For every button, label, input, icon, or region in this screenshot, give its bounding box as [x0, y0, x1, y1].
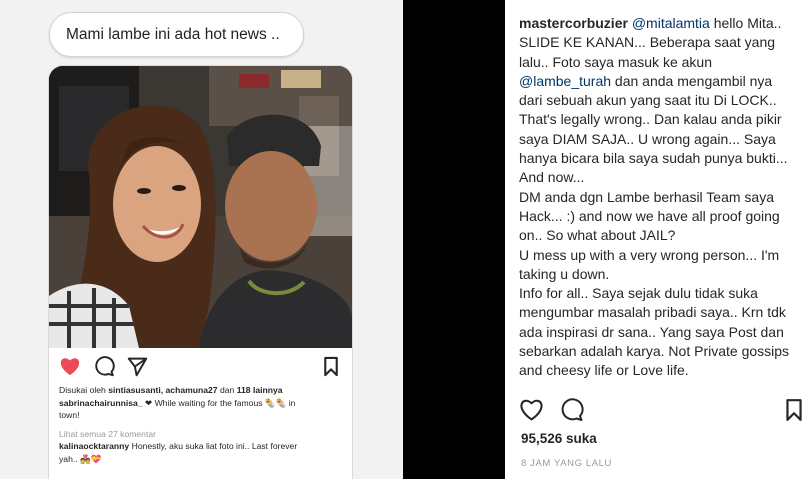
caption-text: dan anda mengambil nya [611, 72, 773, 89]
caption-text: Info for all.. Saya sejak dulu tidak suk… [519, 285, 758, 302]
caption-mention-link[interactable]: @mitalamtia [632, 15, 710, 31]
bookmark-icon [786, 399, 802, 421]
card-comment-line-1: kalinaocktaranny Honestly, aku suka liat… [59, 440, 347, 453]
liked-by-prefix: Disukai oleh [59, 385, 109, 395]
card-caption-text-1: ❤ While waiting for the famous 🌯🌯 in [142, 397, 296, 408]
caption-text: And now... [519, 169, 585, 186]
caption-text: DM anda dgn Lambe berhasil Team saya [519, 188, 775, 205]
card-comment-line-2: yah.. 💑💝 [59, 453, 102, 464]
caption-line: sebarkan adalah karya. Not Private gossi… [519, 342, 805, 361]
caption-line: Info for all.. Saya sejak dulu tidak suk… [519, 284, 805, 303]
caption-text: U mess up with a very wrong person... I'… [519, 246, 780, 263]
card-caption-user: sabrinachairunnisa_ [59, 397, 143, 408]
caption-line: saya DIAM SAJA.. U wrong again... Saya [519, 130, 805, 149]
card-caption-line-1: sabrinachairunnisa_ ❤ While waiting for … [59, 397, 347, 410]
card-view-comments: Lihat semua 27 komentar [59, 428, 156, 439]
bubble-text: Mami lambe ini ada hot news .. [66, 25, 280, 43]
card-comment-user: kalinaocktaranny [59, 441, 130, 451]
caption-line: That's legally wrong.. Dan kalau anda pi… [519, 110, 805, 129]
caption-line: SLIDE KE KANAN... Beberapa saat yang [519, 33, 805, 52]
post-action-bar [505, 395, 808, 425]
caption-text: saya DIAM SAJA.. U wrong again... Saya [519, 130, 776, 147]
like-button[interactable] [519, 398, 544, 425]
caption-line: on.. So what about JAIL? [519, 226, 805, 245]
caption-text: taking u down. [519, 265, 610, 282]
heart-icon [520, 399, 543, 421]
comment-icon [94, 356, 115, 381]
caption-line: DM anda dgn Lambe berhasil Team saya [519, 188, 805, 207]
post-caption: mastercorbuzier @mitalamtia hello Mita..… [519, 14, 805, 381]
liked-by-users: sintiasusanti, achamuna27 [108, 385, 218, 395]
media-letterbox [403, 0, 505, 479]
card-action-bar [49, 354, 352, 380]
photo-illustration [49, 66, 352, 348]
caption-text: on.. So what about JAIL? [519, 227, 676, 244]
caption-text: and cheesy life or Love life. [519, 362, 689, 379]
comment-icon [561, 398, 584, 421]
caption-line: mastercorbuzier @mitalamtia hello Mita.. [519, 14, 805, 33]
share-icon [127, 356, 148, 381]
liked-by-others: 118 lainnya [236, 385, 283, 395]
like-count[interactable]: 95,526 suka [521, 431, 597, 446]
post-image: Mami lambe ini ada hot news .. Disukai o… [0, 0, 403, 479]
comment-button[interactable] [560, 398, 584, 426]
caption-line: and cheesy life or Love life. [519, 361, 805, 380]
caption-line: mengumbar masalah pribadi saya.. Krn tdk [519, 303, 805, 322]
caption-text: That's legally wrong.. Dan kalau anda pi… [519, 111, 782, 128]
caption-username-link[interactable]: mastercorbuzier [519, 15, 628, 31]
save-button[interactable] [785, 398, 803, 426]
caption-text: SLIDE KE KANAN... Beberapa saat yang [519, 34, 776, 51]
couple-photo [49, 66, 352, 348]
hot-news-bubble: Mami lambe ini ada hot news .. [49, 12, 304, 57]
bookmark-icon [323, 356, 339, 381]
caption-text: mengumbar masalah pribadi saya.. Krn tdk [519, 304, 786, 321]
caption-text: ada inspirasi dr sana.. Yang saya Post d… [519, 323, 784, 340]
caption-text: sebarkan adalah karya. Not Private gossi… [519, 343, 790, 360]
liked-by-and: dan [217, 385, 237, 395]
caption-text: lalu.. Foto saya masuk ke akun [519, 53, 712, 70]
comment-panel: mastercorbuzier @mitalamtia hello Mita..… [505, 0, 808, 479]
caption-line: And now... [519, 168, 805, 187]
caption-text: dari sebuah akun yang saat itu Di LOCK.. [519, 92, 777, 109]
caption-line: hanya bicara bila saya sudah punya bukti… [519, 149, 805, 168]
caption-text: Hack... :) and now we have all proof goi… [519, 207, 780, 224]
caption-line: @lambe_turah dan anda mengambil nya [519, 72, 805, 91]
post-timestamp[interactable]: 8 JAM YANG LALU [521, 458, 612, 469]
screenshot-card: Disukai oleh sintiasusanti, achamuna27 d… [49, 66, 352, 479]
card-comment-text-1: Honestly, aku suka liat foto ini.. Last … [129, 441, 298, 451]
caption-mention-link[interactable]: @lambe_turah [519, 73, 611, 89]
caption-line: ada inspirasi dr sana.. Yang saya Post d… [519, 323, 805, 342]
card-caption-line-2: town! [59, 410, 80, 420]
caption-line: U mess up with a very wrong person... I'… [519, 246, 805, 265]
caption-text: hello Mita.. [709, 15, 782, 31]
liked-by-line: Disukai oleh sintiasusanti, achamuna27 d… [59, 384, 347, 397]
card-text: Disukai oleh sintiasusanti, achamuna27 d… [59, 384, 347, 465]
caption-line: taking u down. [519, 265, 805, 284]
caption-line: lalu.. Foto saya masuk ke akun [519, 53, 805, 72]
caption-line: dari sebuah akun yang saat itu Di LOCK.. [519, 91, 805, 110]
caption-text: hanya bicara bila saya sudah punya bukti… [519, 150, 788, 167]
heart-icon [59, 356, 81, 380]
caption-line: Hack... :) and now we have all proof goi… [519, 207, 805, 226]
